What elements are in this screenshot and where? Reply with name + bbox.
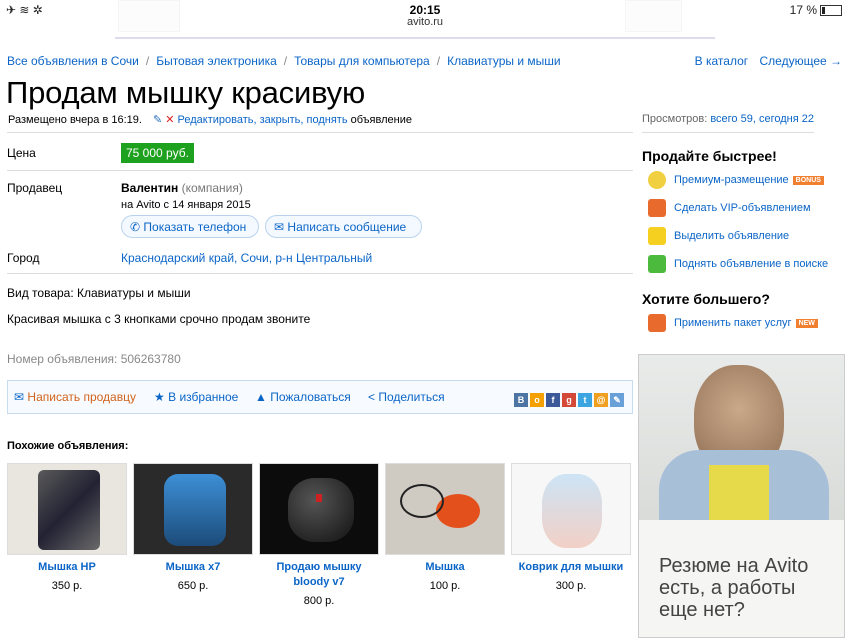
- seller-name: Валентин (компания): [121, 181, 243, 195]
- vip-link[interactable]: Сделать VIP-объявлением: [648, 199, 811, 217]
- divider: [7, 132, 633, 133]
- new-badge: NEW: [795, 318, 818, 328]
- divider: [115, 37, 715, 39]
- mail-icon[interactable]: @: [594, 393, 608, 407]
- marker-icon: [648, 227, 666, 245]
- complain-button[interactable]: ▲ Пожаловаться: [255, 390, 351, 404]
- battery-indicator: 17 %: [790, 3, 842, 17]
- write-message-button[interactable]: ✉ Написать сообщение: [265, 215, 422, 238]
- raise-link[interactable]: Поднять объявление в поиске: [648, 255, 828, 273]
- want-more-box: Хотите большего?: [642, 291, 770, 307]
- premium-link[interactable]: Премиум-размещение BONUS: [648, 171, 824, 189]
- sell-faster-box: Продайте быстрее!: [642, 148, 777, 164]
- posted-info: Размещено вчера в 16:19. ✎ ✕ Редактироват…: [8, 114, 412, 126]
- social-share-icons: Во f g t @ ✎: [512, 390, 624, 408]
- similar-card[interactable]: Мышка HP 350 р.: [7, 463, 127, 592]
- package-link[interactable]: Применить пакет услуг NEW: [648, 314, 818, 332]
- breadcrumb-item[interactable]: Товары для компьютера: [294, 54, 430, 68]
- similar-card[interactable]: Коврик для мышки 300 р.: [511, 463, 631, 592]
- clock: 20:15: [409, 3, 441, 17]
- ad-number: Номер объявления: 506263780: [7, 352, 181, 366]
- favorite-button[interactable]: ★ В избранное: [154, 390, 238, 404]
- twitter-icon[interactable]: t: [578, 393, 592, 407]
- catalog-link[interactable]: В каталог: [695, 54, 748, 68]
- seller-type: (компания): [181, 181, 243, 195]
- livejournal-icon[interactable]: ✎: [610, 393, 624, 407]
- vip-icon: [648, 199, 666, 217]
- star-icon: ★: [154, 390, 165, 404]
- battery-icon: [820, 5, 842, 17]
- envelope-icon: ✉: [14, 390, 25, 404]
- breadcrumb: Все объявления в Сочи / Бытовая электроник…: [7, 54, 561, 68]
- show-phone-button[interactable]: ✆ Показать телефон: [121, 215, 259, 238]
- item-description: Красивая мышка с 3 кнопками срочно прода…: [7, 312, 311, 326]
- city-link[interactable]: Краснодарский край, Сочи, р-н Центральны…: [121, 251, 372, 265]
- odnoklassniki-icon[interactable]: о: [530, 393, 544, 407]
- google-plus-icon[interactable]: g: [562, 393, 576, 407]
- facebook-icon[interactable]: f: [546, 393, 560, 407]
- edit-actions-link[interactable]: Редактировать, закрыть, поднять: [178, 114, 348, 126]
- views-value[interactable]: всего 59, сегодня 22: [710, 113, 814, 125]
- breadcrumb-item[interactable]: Клавиатуры и мыши: [447, 54, 561, 68]
- views-counter: Просмотров: всего 59, сегодня 22: [642, 113, 814, 125]
- price-label: Цена: [7, 146, 36, 160]
- similar-thumb: [7, 463, 127, 555]
- ad-banner[interactable]: Резюме на Avito есть, а работы еще нет?: [638, 354, 845, 638]
- sell-faster-title: Продайте быстрее!: [642, 148, 777, 164]
- ad-banner-text: Резюме на Avito есть, а работы еще нет?: [659, 555, 809, 621]
- bonus-badge: BONUS: [792, 175, 824, 185]
- divider: [642, 132, 814, 133]
- similar-card[interactable]: Мышка x7 650 р.: [133, 463, 253, 592]
- action-bar: ✉ Написать продавцу ★ В избранное ▲ Пожа…: [7, 380, 633, 414]
- seller-label: Продавец: [7, 181, 63, 195]
- package-icon: [648, 314, 666, 332]
- breadcrumb-item[interactable]: Бытовая электроника: [156, 54, 277, 68]
- similar-card[interactable]: Мышка 100 р.: [385, 463, 505, 592]
- item-type: Вид товара: Клавиатуры и мыши: [7, 286, 191, 300]
- highlight-link[interactable]: Выделить объявление: [648, 227, 789, 245]
- divider: [7, 170, 633, 171]
- similar-thumb: [511, 463, 631, 555]
- similar-thumb: [259, 463, 379, 555]
- delete-icon: ✕: [165, 114, 175, 126]
- divider: [7, 273, 633, 274]
- address-url[interactable]: avito.ru: [0, 16, 850, 28]
- want-more-title: Хотите большего?: [642, 291, 770, 307]
- warning-icon: ▲: [255, 390, 267, 404]
- page-title: Продам мышку красивую: [6, 75, 366, 110]
- top-navigation: В каталог Следующее →: [687, 54, 842, 68]
- share-icon: <: [368, 390, 376, 404]
- similar-thumb: [385, 463, 505, 555]
- next-link[interactable]: Следующее →: [760, 54, 843, 68]
- share-button[interactable]: < Поделиться: [368, 390, 445, 404]
- similar-card[interactable]: Продаю мышку bloody v7 800 р.: [259, 463, 379, 607]
- vk-icon[interactable]: В: [514, 393, 528, 407]
- status-bar: ✈ ≋ ✲ 20:15 avito.ru 17 %: [0, 0, 850, 39]
- similar-title: Похожие объявления:: [7, 440, 129, 452]
- coin-icon: [648, 171, 666, 189]
- similar-thumb: [133, 463, 253, 555]
- seller-since: на Avito с 14 января 2015: [121, 199, 251, 211]
- edit-icons: ✎ ✕: [153, 114, 174, 126]
- write-seller-button[interactable]: ✉ Написать продавцу: [14, 390, 136, 404]
- phone-icon: ✆: [130, 220, 141, 234]
- breadcrumb-item[interactable]: Все объявления в Сочи: [7, 54, 139, 68]
- envelope-icon: ✉: [274, 220, 285, 234]
- arrow-up-icon: [648, 255, 666, 273]
- pencil-icon: ✎: [153, 114, 163, 126]
- price-badge: 75 000 руб.: [121, 143, 194, 163]
- city-label: Город: [7, 251, 40, 265]
